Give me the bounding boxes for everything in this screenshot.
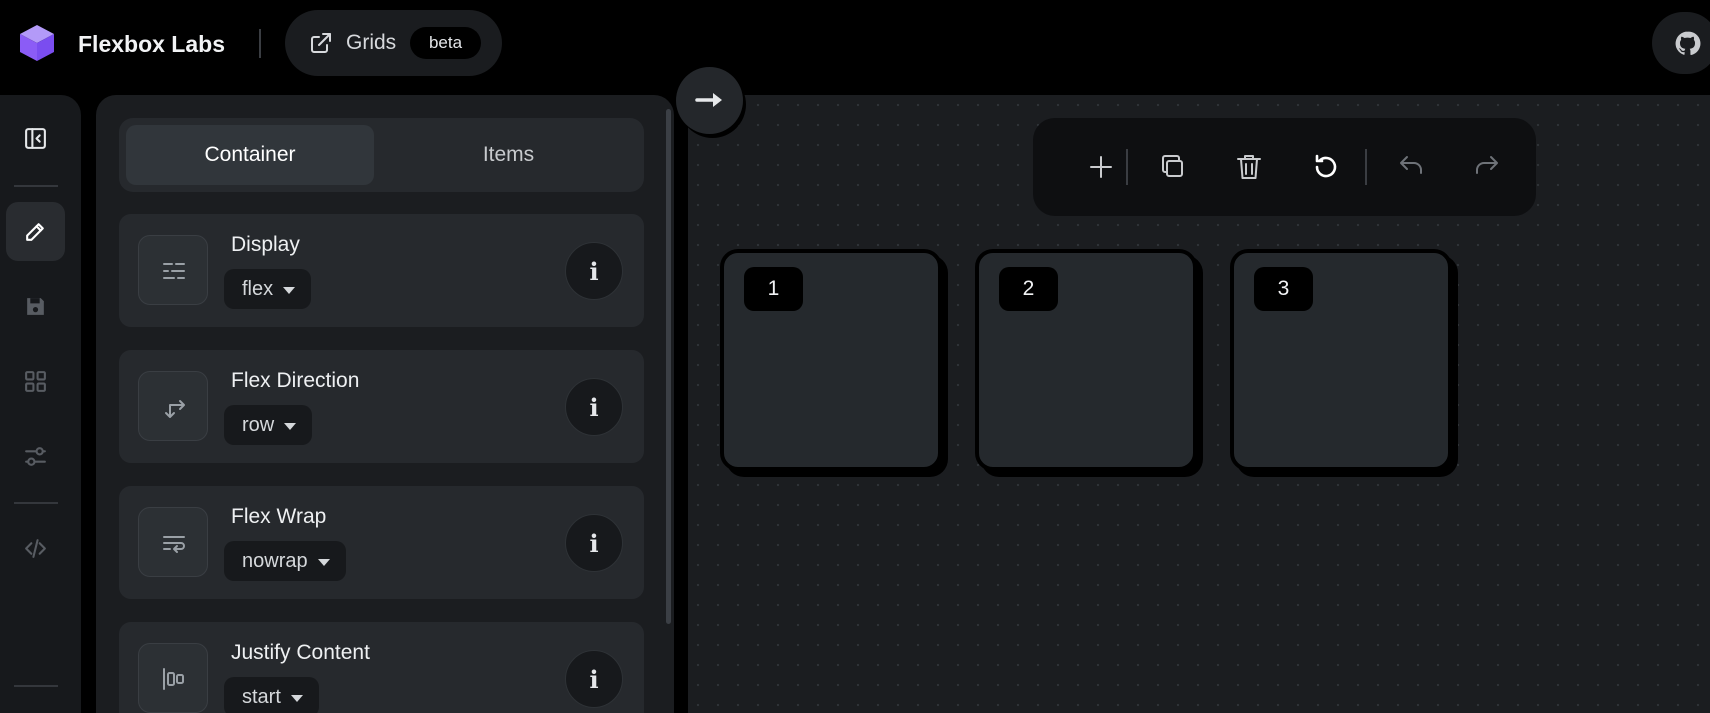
property-icon-box	[138, 643, 208, 713]
save-button[interactable]	[6, 277, 65, 336]
github-icon	[1675, 31, 1701, 55]
property-icon-box	[138, 235, 208, 305]
tab-items[interactable]: Items	[381, 125, 636, 185]
property-label: Display	[231, 233, 300, 256]
trash-icon	[1237, 155, 1261, 179]
arrow-right-icon	[695, 93, 722, 107]
toolbar-divider	[1126, 149, 1128, 185]
sidebar-collapse-icon	[25, 128, 46, 149]
info-button[interactable]: i	[565, 242, 623, 300]
display-icon	[163, 263, 185, 279]
canvas-toolbar	[1033, 118, 1536, 216]
caret-down-icon	[284, 422, 297, 430]
select-value: start	[242, 685, 281, 708]
sliders-icon	[25, 447, 46, 466]
collapse-panel-button[interactable]	[6, 109, 65, 168]
property-flex-wrap: Flex Wrap nowrap i	[119, 486, 644, 599]
panel-scrollbar[interactable]	[666, 109, 671, 624]
brand-name: Flexbox Labs	[78, 31, 225, 57]
direction-arrows-icon	[165, 400, 185, 418]
tab-container[interactable]: Container	[126, 125, 374, 185]
layouts-button[interactable]	[6, 352, 65, 411]
caret-down-icon	[283, 286, 296, 294]
justify-content-select[interactable]: start	[224, 677, 319, 713]
panel-tabs: Container Items	[119, 118, 644, 192]
property-label: Flex Direction	[231, 369, 360, 392]
duplicate-button[interactable]	[1155, 149, 1191, 185]
flex-wrap-select[interactable]: nowrap	[224, 541, 346, 581]
expand-panel-button[interactable]	[676, 67, 743, 134]
code-icon	[25, 539, 46, 558]
justify-start-icon	[163, 668, 184, 690]
github-button[interactable]	[1652, 12, 1710, 74]
header-divider	[259, 29, 261, 58]
flex-item[interactable]: 1	[720, 249, 942, 471]
wrap-icon	[163, 536, 185, 553]
settings-button[interactable]	[6, 427, 65, 486]
external-link-icon	[311, 33, 331, 53]
toolbar-divider	[1365, 149, 1367, 185]
flex-item[interactable]: 2	[975, 249, 1197, 471]
property-display: Display flex i	[119, 214, 644, 327]
caret-down-icon	[317, 558, 330, 566]
item-number-badge: 2	[999, 267, 1058, 311]
plus-icon	[1090, 156, 1112, 178]
rail-divider	[14, 502, 58, 504]
undo-icon	[1400, 156, 1422, 174]
caret-down-icon	[290, 694, 303, 702]
beta-badge: beta	[410, 27, 481, 59]
select-value: nowrap	[242, 549, 308, 572]
properties-panel: Container Items Display flex i Flex Dire…	[96, 95, 674, 713]
cube-logo-icon	[20, 25, 54, 61]
item-number-badge: 1	[744, 267, 803, 311]
rail-divider	[14, 685, 58, 687]
property-label: Justify Content	[231, 641, 370, 664]
flex-item[interactable]: 3	[1230, 249, 1452, 471]
code-button[interactable]	[6, 519, 65, 578]
info-button[interactable]: i	[565, 650, 623, 708]
property-icon-box	[138, 507, 208, 577]
grids-link[interactable]: Grids beta	[285, 10, 502, 76]
redo-button[interactable]	[1469, 149, 1505, 185]
property-justify-content: Justify Content start i	[119, 622, 644, 713]
grid-icon	[25, 371, 46, 392]
property-flex-direction: Flex Direction row i	[119, 350, 644, 463]
property-label: Flex Wrap	[231, 505, 327, 528]
select-value: flex	[242, 277, 274, 300]
property-icon-box	[138, 371, 208, 441]
rail-divider	[14, 185, 58, 187]
info-button[interactable]: i	[565, 514, 623, 572]
reset-button[interactable]	[1308, 149, 1344, 185]
item-number-badge: 3	[1254, 267, 1313, 311]
select-value: row	[242, 413, 275, 436]
flex-direction-select[interactable]: row	[224, 405, 313, 445]
info-button[interactable]: i	[565, 378, 623, 436]
copy-icon	[1162, 155, 1183, 177]
pencil-icon	[26, 223, 44, 241]
app-root: Flexbox Labs Grids beta Container Items …	[0, 0, 1710, 713]
delete-button[interactable]	[1231, 149, 1267, 185]
save-icon	[27, 298, 44, 315]
grids-label: Grids	[346, 31, 397, 54]
edit-button[interactable]	[6, 202, 65, 261]
undo-button[interactable]	[1393, 149, 1429, 185]
header: Flexbox Labs Grids beta	[0, 0, 1710, 86]
brand[interactable]: Flexbox Labs	[17, 23, 225, 63]
add-item-button[interactable]	[1083, 149, 1119, 185]
reset-icon	[1315, 154, 1337, 178]
left-rail	[0, 95, 81, 713]
redo-icon	[1476, 156, 1498, 174]
display-select[interactable]: flex	[224, 269, 312, 309]
